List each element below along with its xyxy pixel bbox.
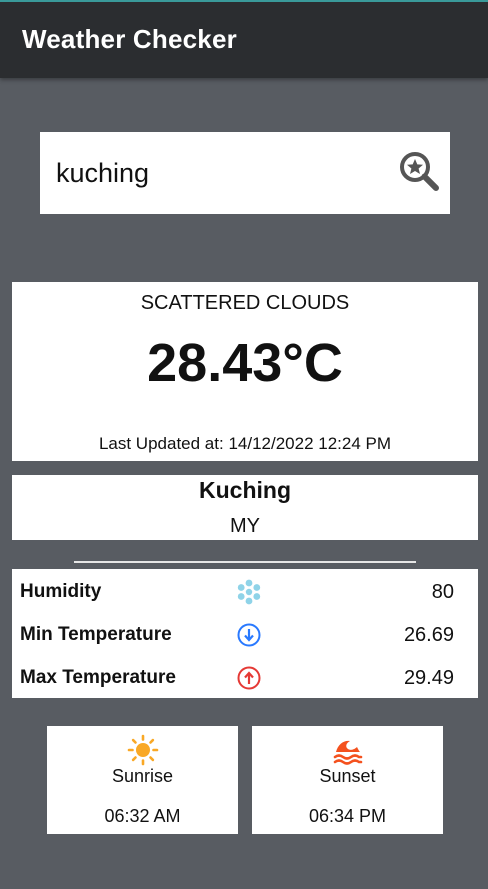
sun-icon (127, 734, 159, 766)
stats-card: Humidity 80 Min Temperature 26.69 Max Te… (12, 569, 478, 698)
arrow-down-circle-icon (237, 623, 261, 647)
sunrise-label: Sunrise (111, 766, 174, 786)
country-code: MY (230, 515, 260, 537)
current-weather-card: SCATTERED CLOUDS 28.43°C Last Updated at… (12, 282, 478, 461)
stat-value: 26.69 (403, 624, 454, 646)
weather-description: SCATTERED CLOUDS (140, 292, 350, 314)
arrow-up-circle-icon (237, 666, 261, 690)
sunset-label: Sunset (319, 766, 376, 786)
stat-value: 80 (431, 581, 454, 603)
search-star-icon[interactable] (398, 150, 440, 192)
city-name: Kuching (199, 477, 291, 503)
temperature-value: 28.43°C (147, 333, 343, 393)
divider (74, 561, 416, 563)
search-box[interactable] (40, 132, 450, 214)
sunrise-time: 06:32 AM (104, 806, 181, 826)
stat-row-max-temperature: Max Temperature 29.49 (12, 659, 478, 695)
sunset-card: Sunset 06:34 PM (252, 726, 443, 834)
last-updated-value: 14/12/2022 12:24 PM (228, 434, 392, 453)
stat-row-min-temperature: Min Temperature 26.69 (12, 616, 478, 652)
stat-label: Max Temperature (20, 667, 176, 688)
last-updated: Last Updated at: 14/12/2022 12:24 PM (12, 434, 478, 454)
sunset-time: 06:34 PM (308, 806, 387, 826)
humidity-snowflake-icon (237, 579, 261, 605)
app-title: Weather Checker (22, 24, 237, 54)
stat-label: Min Temperature (20, 624, 172, 645)
stat-label: Humidity (20, 581, 102, 602)
sunset-waves-icon (333, 740, 363, 765)
stat-value: 29.49 (403, 667, 454, 689)
last-updated-label: Last Updated at: (98, 434, 224, 453)
app-bar: Weather Checker (0, 0, 488, 78)
location-card: Kuching MY (12, 475, 478, 540)
sunrise-card: Sunrise 06:32 AM (47, 726, 238, 834)
search-input[interactable] (56, 152, 386, 194)
stat-row-humidity: Humidity 80 (12, 573, 478, 609)
